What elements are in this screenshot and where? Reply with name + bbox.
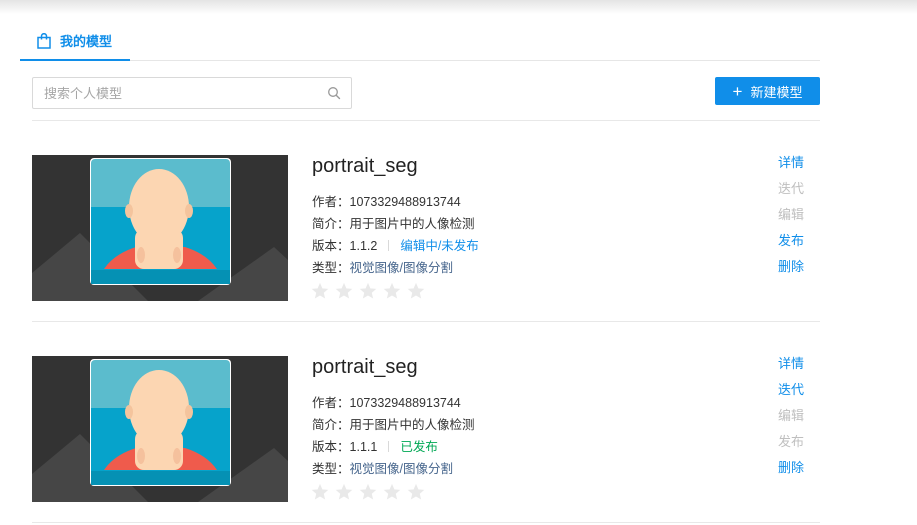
model-name[interactable]: portrait_seg	[312, 356, 418, 379]
divider	[32, 522, 820, 523]
summary-value: 用于图片中的人像检测	[349, 217, 475, 231]
star-rating[interactable]	[311, 483, 425, 501]
model-card: portrait_seg 作者：1073329488913744 简介：用于图片…	[32, 356, 820, 502]
model-summary: 简介：用于图片中的人像检测	[312, 414, 475, 433]
divider	[388, 441, 390, 452]
search-input[interactable]	[33, 78, 321, 108]
star-icon[interactable]	[359, 282, 377, 300]
star-icon[interactable]	[311, 282, 329, 300]
model-summary: 简介：用于图片中的人像检测	[312, 213, 475, 232]
author-value: 1073329488913744	[349, 195, 461, 209]
type-value: 视觉图像/图像分割	[349, 261, 453, 275]
star-icon[interactable]	[407, 483, 425, 501]
author-value: 1073329488913744	[349, 396, 461, 410]
model-type: 类型：视觉图像/图像分割	[312, 257, 453, 276]
version-value: 1.1.2	[349, 239, 378, 253]
star-icon[interactable]	[311, 483, 329, 501]
star-icon[interactable]	[383, 282, 401, 300]
new-model-label: 新建模型	[750, 84, 803, 100]
status-badge: 已发布	[400, 440, 438, 454]
star-icon[interactable]	[335, 282, 353, 300]
model-actions: 详情 迭代 编辑 发布 删除	[778, 155, 820, 285]
divider	[32, 120, 820, 121]
model-author: 作者：1073329488913744	[312, 392, 461, 411]
star-icon[interactable]	[383, 483, 401, 501]
model-name[interactable]: portrait_seg	[312, 155, 418, 178]
shopping-bag-icon	[37, 32, 51, 49]
edit-link: 编辑	[778, 207, 805, 222]
status-badge: 编辑中/未发布	[400, 239, 479, 253]
top-shadow	[0, 0, 917, 14]
divider	[388, 240, 390, 251]
model-actions: 详情 迭代 编辑 发布 删除	[778, 356, 820, 486]
divider	[32, 321, 820, 322]
iterate-link: 迭代	[778, 181, 805, 196]
publish-link: 发布	[778, 434, 805, 449]
model-version: 版本：1.1.2 编辑中/未发布	[312, 235, 479, 254]
tab-label: 我的模型	[60, 34, 113, 49]
star-icon[interactable]	[407, 282, 425, 300]
model-card: portrait_seg 作者：1073329488913744 简介：用于图片…	[32, 155, 820, 301]
summary-value: 用于图片中的人像检测	[349, 418, 475, 432]
version-label: 版本：	[312, 239, 350, 253]
author-label: 作者：	[312, 396, 350, 410]
version-label: 版本：	[312, 440, 350, 454]
details-link[interactable]: 详情	[778, 356, 820, 382]
model-thumbnail	[32, 155, 292, 301]
details-link[interactable]: 详情	[778, 155, 820, 181]
star-icon[interactable]	[359, 483, 377, 501]
model-author: 作者：1073329488913744	[312, 191, 461, 210]
plus-icon: +	[732, 81, 743, 101]
new-model-button[interactable]: + 新建模型	[715, 77, 820, 105]
publish-link[interactable]: 发布	[778, 233, 820, 259]
delete-link[interactable]: 删除	[778, 460, 820, 486]
type-value: 视觉图像/图像分割	[349, 462, 453, 476]
tab-bar: 我的模型	[20, 22, 820, 61]
star-rating[interactable]	[311, 282, 425, 300]
search-box	[32, 77, 352, 109]
model-version: 版本：1.1.1 已发布	[312, 436, 438, 455]
star-icon[interactable]	[335, 483, 353, 501]
type-label: 类型：	[312, 261, 350, 275]
delete-link[interactable]: 删除	[778, 259, 820, 285]
tab-my-models[interactable]: 我的模型	[20, 22, 130, 61]
iterate-link[interactable]: 迭代	[778, 382, 820, 408]
summary-label: 简介：	[312, 217, 350, 231]
summary-label: 简介：	[312, 418, 350, 432]
edit-link: 编辑	[778, 408, 805, 423]
type-label: 类型：	[312, 462, 350, 476]
model-thumbnail	[32, 356, 292, 502]
search-icon[interactable]	[327, 86, 341, 100]
version-value: 1.1.1	[349, 440, 378, 454]
author-label: 作者：	[312, 195, 350, 209]
model-type: 类型：视觉图像/图像分割	[312, 458, 453, 477]
